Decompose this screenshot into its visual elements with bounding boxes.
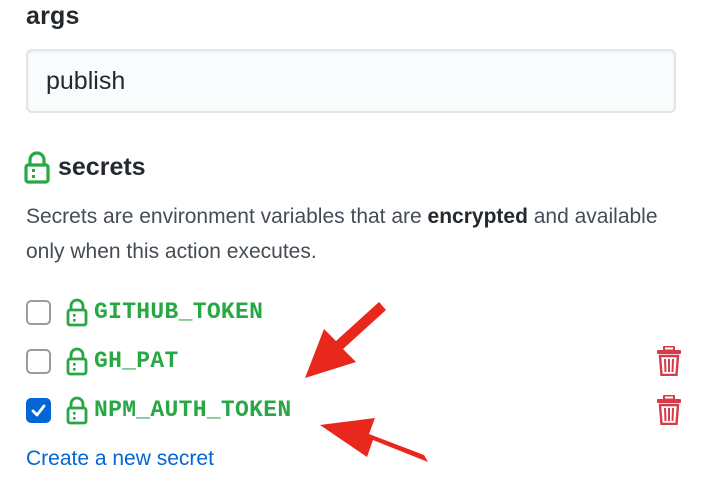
args-heading: args	[26, 2, 80, 30]
lock-icon	[66, 347, 88, 376]
secret-checkbox[interactable]	[26, 348, 51, 374]
check-icon	[31, 404, 46, 416]
secret-name: GITHUB_TOKEN	[94, 299, 264, 325]
trash-icon[interactable]	[656, 395, 682, 425]
trash-icon[interactable]	[656, 346, 682, 376]
lock-icon	[66, 298, 88, 327]
args-input[interactable]	[26, 49, 676, 113]
secrets-description: Secrets are environment variables that a…	[26, 199, 686, 269]
lock-icon	[24, 151, 50, 184]
lock-icon	[66, 396, 88, 425]
secret-checkbox[interactable]	[26, 397, 51, 423]
secret-name: GH_PAT	[94, 348, 179, 374]
secrets-heading: secrets	[24, 150, 146, 184]
secrets-title: secrets	[58, 152, 146, 181]
workflow-action-editor: args secrets Secrets are environment var…	[0, 0, 708, 496]
secret-name: NPM_AUTH_TOKEN	[94, 397, 292, 423]
create-secret-link[interactable]: Create a new secret	[26, 447, 214, 471]
secret-row-gh-pat: GH_PAT	[26, 341, 681, 381]
description-text: Secrets are environment variables that a…	[26, 205, 428, 228]
secret-row-github-token: GITHUB_TOKEN	[26, 292, 676, 332]
secret-row-npm-auth-token: NPM_AUTH_TOKEN	[26, 390, 681, 430]
secret-checkbox[interactable]	[26, 299, 51, 325]
description-emphasis: encrypted	[427, 205, 528, 228]
